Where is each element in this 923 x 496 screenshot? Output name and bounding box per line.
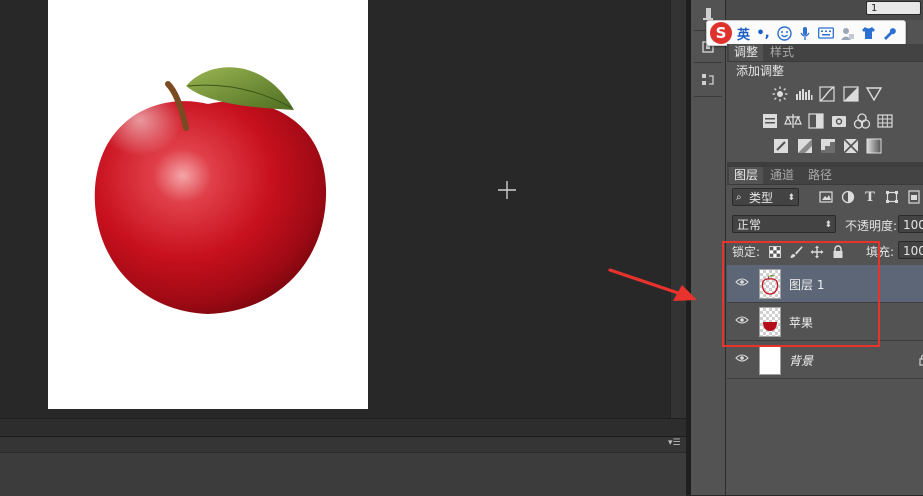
annotation-arrow-icon [608, 268, 697, 301]
crosshair-icon [498, 181, 516, 199]
ime-toolbar[interactable]: S 英 •, [706, 20, 906, 46]
color-balance-icon[interactable] [784, 113, 802, 129]
brightness-icon[interactable] [771, 86, 789, 102]
collapsed-panel-strip [691, 0, 726, 495]
top-value-field[interactable]: 1 [866, 1, 921, 15]
black-white-icon[interactable] [807, 113, 825, 129]
curves-icon[interactable] [818, 86, 836, 102]
selective-color-icon[interactable] [842, 138, 860, 154]
filter-kind-label: 类型 [749, 191, 774, 205]
gradient-map-triangle-icon[interactable] [865, 86, 883, 102]
tab-layers[interactable]: 图层 [729, 167, 764, 184]
opacity-label: 不透明度: [845, 219, 898, 233]
tab-adjustments[interactable]: 调整 [729, 44, 764, 61]
layer-lock-icon [915, 352, 923, 368]
user-icon[interactable] [839, 25, 855, 41]
wrench-icon[interactable] [881, 25, 897, 41]
ime-language[interactable]: 英 [737, 24, 750, 43]
top-panel-strip: 1 [726, 0, 923, 20]
pixel-layer-filter-icon[interactable] [817, 189, 835, 205]
sogou-icon[interactable]: S [710, 22, 732, 44]
document-canvas[interactable] [48, 0, 368, 409]
exposure-icon[interactable] [842, 86, 860, 102]
opacity-field[interactable]: 100% [898, 215, 923, 233]
levels-icon[interactable] [795, 86, 813, 102]
bottom-panel-header [0, 437, 686, 453]
add-adjustment-title: 添加调整 [736, 64, 785, 78]
keyboard-icon[interactable] [818, 25, 834, 41]
photo-filter-icon[interactable] [830, 113, 848, 129]
tab-styles[interactable]: 样式 [765, 44, 799, 61]
tab-paths[interactable]: 路径 [803, 167, 837, 184]
color-lookup-icon[interactable] [876, 113, 894, 129]
canvas-horizontal-scrollbar[interactable] [0, 418, 686, 437]
type-layer-filter-icon[interactable]: T [861, 189, 879, 205]
canvas-vertical-scrollbar[interactable] [670, 0, 687, 418]
eye-icon[interactable] [735, 353, 749, 363]
gradient-map-icon[interactable] [865, 138, 883, 154]
filter-search-icon: ⌕ [736, 192, 742, 203]
channel-mixer-icon[interactable] [853, 113, 871, 129]
select-arrow-icon: ⬍ [824, 220, 832, 230]
fill-field[interactable]: 100% [898, 241, 923, 259]
blend-mode-select[interactable]: 正常 ⬍ [732, 215, 836, 233]
ime-punctuation[interactable]: •, [755, 25, 771, 41]
shirt-icon[interactable] [860, 25, 876, 41]
hue-saturation-icon[interactable] [761, 113, 779, 129]
microphone-icon[interactable] [797, 25, 813, 41]
apple-image [94, 67, 327, 314]
threshold-icon[interactable] [819, 138, 837, 154]
posterize-icon[interactable] [796, 138, 814, 154]
adjust-panel-tabs: 调整 样式 [727, 44, 923, 62]
filter-kind-select[interactable]: ⌕ 类型 ⬍ [732, 188, 799, 206]
panel-menu-icon[interactable]: ▾☰ [668, 438, 684, 450]
highlight-box [722, 241, 880, 347]
layer-name[interactable]: 背景 [789, 352, 813, 369]
tab-channels[interactable]: 通道 [765, 167, 799, 184]
adjustment-layer-filter-icon[interactable] [839, 189, 857, 205]
smile-icon[interactable] [776, 25, 792, 41]
layer-thumbnail [759, 345, 781, 375]
history-icon[interactable] [695, 68, 721, 92]
invert-icon[interactable] [772, 138, 790, 154]
shape-layer-filter-icon[interactable] [883, 189, 901, 205]
select-arrow-icon: ⬍ [787, 193, 795, 203]
blend-mode-label: 正常 [737, 218, 762, 232]
layers-panel-tabs: 图层 通道 路径 [727, 167, 923, 185]
smart-object-filter-icon[interactable] [905, 189, 923, 205]
